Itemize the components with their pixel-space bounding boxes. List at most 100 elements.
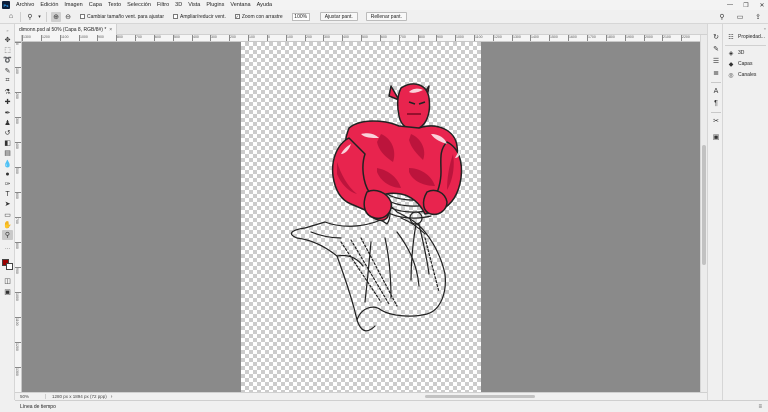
panel-grip-icon[interactable]: » bbox=[764, 26, 766, 31]
toolbar-grip-icon[interactable]: » bbox=[2, 25, 13, 35]
fill-screen-button[interactable]: Rellenar pant. bbox=[365, 12, 407, 21]
menu-imagen[interactable]: Imagen bbox=[61, 2, 85, 8]
hand-tool-icon[interactable]: ✋ bbox=[2, 220, 13, 230]
history-brush-tool-icon[interactable]: ↺ bbox=[2, 128, 13, 138]
zoom-in-icon[interactable]: ⊕ bbox=[51, 11, 61, 22]
gradient-tool-icon[interactable]: ▤ bbox=[2, 148, 13, 158]
document-tab-bar: dimonn.psd al 50% (Capa 8, RGB/8#) * × bbox=[15, 24, 707, 35]
marquee-tool-icon[interactable]: ⬚ bbox=[2, 45, 13, 55]
menu-3d[interactable]: 3D bbox=[172, 2, 185, 8]
menu-ayuda[interactable]: Ayuda bbox=[254, 2, 276, 8]
close-tab-icon[interactable]: × bbox=[109, 27, 112, 33]
pen-tool-icon[interactable]: ✑ bbox=[2, 179, 13, 189]
vertical-scrollbar-thumb[interactable] bbox=[702, 145, 706, 265]
document-canvas[interactable] bbox=[241, 42, 481, 392]
timeline-panel-tab[interactable]: Línea de tiempo ≡ bbox=[15, 400, 768, 412]
crop-tool-icon[interactable]: ⌗ bbox=[2, 76, 13, 86]
paragraph-panel-icon[interactable]: ¶ bbox=[711, 98, 721, 108]
dodge-tool-icon[interactable]: ● bbox=[2, 169, 13, 179]
quick-selection-tool-icon[interactable]: ✎ bbox=[2, 66, 13, 76]
horizontal-scrollbar[interactable] bbox=[125, 394, 705, 399]
lasso-tool-icon[interactable]: ➰ bbox=[2, 55, 13, 65]
channels-panel-tab[interactable]: ◎ Canales bbox=[727, 70, 756, 80]
menu-ventana[interactable]: Ventana bbox=[227, 2, 253, 8]
ruler-tick-label: 1200 bbox=[42, 35, 50, 39]
panel-menu-icon[interactable]: ≡ bbox=[758, 404, 762, 410]
ruler-tick-label: 700 bbox=[136, 35, 142, 39]
search-icon[interactable]: ⚲ bbox=[717, 12, 727, 22]
healing-brush-tool-icon[interactable]: ✚ bbox=[2, 97, 13, 107]
actions-panel-icon[interactable]: ≣ bbox=[711, 68, 721, 78]
ruler-tick-label: 1400 bbox=[531, 35, 539, 39]
canvas-pasteboard[interactable] bbox=[22, 42, 700, 392]
zoom-tool-preset-icon[interactable]: ⚲ bbox=[25, 12, 35, 22]
chevron-down-icon[interactable]: ▾ bbox=[37, 12, 42, 22]
menu-vista[interactable]: Vista bbox=[185, 2, 203, 8]
menu-edicion[interactable]: Edición bbox=[37, 2, 61, 8]
ruler-tick-label: 1300 bbox=[513, 35, 521, 39]
checkbox-checked[interactable]: ✓ bbox=[234, 14, 240, 19]
options-right-group: ⚲ ▭ ⇪ bbox=[716, 10, 764, 24]
ruler-tick-label: 1000 bbox=[456, 35, 464, 39]
zoom-tool-icon[interactable]: ⚲ bbox=[2, 230, 13, 240]
layers-panel-tab[interactable]: ◆ Capas bbox=[727, 59, 753, 69]
clone-stamp-tool-icon[interactable]: ♟ bbox=[2, 118, 13, 128]
checkbox-box[interactable] bbox=[80, 14, 85, 19]
share-icon[interactable]: ⇪ bbox=[753, 12, 763, 22]
menu-plugins[interactable]: Plugins bbox=[203, 2, 227, 8]
home-icon[interactable]: ⌂ bbox=[6, 12, 16, 22]
horizontal-scrollbar-thumb[interactable] bbox=[425, 395, 535, 398]
workspace-icon[interactable]: ▭ bbox=[735, 12, 745, 22]
quick-mask-icon[interactable]: ◫ bbox=[2, 276, 13, 286]
move-tool-icon[interactable]: ✥ bbox=[2, 35, 13, 45]
ruler-corner[interactable] bbox=[15, 35, 22, 42]
zoom-value-field[interactable]: 100% bbox=[291, 12, 310, 21]
scrubby-zoom-checkbox[interactable]: ✓ Zoom con arrastre bbox=[234, 14, 283, 20]
eyedropper-tool-icon[interactable]: ⚗ bbox=[2, 87, 13, 97]
brush-settings-panel-icon[interactable]: ✎ bbox=[711, 44, 721, 54]
horizontal-ruler[interactable]: 1300 1200 1100 1000 900 800 700 600 500 400 300 200… bbox=[22, 35, 700, 42]
zoom-all-windows-checkbox[interactable]: Ampliar/reducir vent. bbox=[172, 14, 226, 20]
rectangle-tool-icon[interactable]: ▭ bbox=[2, 210, 13, 220]
zoom-out-icon[interactable]: ⊖ bbox=[63, 12, 73, 22]
tools-panel-icon[interactable]: ✂ bbox=[711, 116, 721, 126]
ruler-tick bbox=[229, 35, 230, 41]
ruler-tick bbox=[662, 35, 663, 41]
properties-panel-tab[interactable]: ☷ Propiedad... bbox=[727, 32, 765, 42]
ruler-tick-label: 800 bbox=[15, 243, 19, 249]
document-tab[interactable]: dimonn.psd al 50% (Capa 8, RGB/8#) * × bbox=[15, 24, 118, 35]
adjustments-panel-icon[interactable]: ☰ bbox=[711, 56, 721, 66]
ruler-tick bbox=[116, 35, 117, 41]
vertical-ruler[interactable]: 0 100 200 300 400 500 600 700 800 900 1000 1100 1200… bbox=[15, 42, 22, 392]
panel-separator bbox=[711, 82, 721, 83]
minimize-button[interactable]: — bbox=[726, 1, 734, 9]
blur-tool-icon[interactable]: 💧 bbox=[2, 159, 13, 169]
menu-texto[interactable]: Texto bbox=[105, 2, 124, 8]
3d-panel-tab[interactable]: ◈ 3D bbox=[727, 48, 745, 58]
menu-filtro[interactable]: Filtro bbox=[154, 2, 172, 8]
info-panel-icon[interactable]: ▣ bbox=[711, 132, 721, 142]
timeline-label[interactable]: Línea de tiempo bbox=[15, 404, 56, 410]
more-tools-icon[interactable]: ··· bbox=[2, 244, 13, 254]
menu-seleccion[interactable]: Selección bbox=[124, 2, 154, 8]
background-color-swatch[interactable] bbox=[6, 263, 13, 270]
menu-archivo[interactable]: Archivo bbox=[13, 2, 37, 8]
fit-screen-button[interactable]: Ajustar pant. bbox=[319, 12, 358, 21]
path-selection-tool-icon[interactable]: ➤ bbox=[2, 199, 13, 209]
brush-tool-icon[interactable]: ✒ bbox=[2, 108, 13, 118]
history-panel-icon[interactable]: ↻ bbox=[711, 32, 721, 42]
eraser-tool-icon[interactable]: ◧ bbox=[2, 138, 13, 148]
checkbox-box[interactable] bbox=[172, 14, 178, 19]
resize-windows-checkbox[interactable]: Cambiar tamaño vent. para ajustar bbox=[80, 14, 164, 20]
restore-button[interactable]: ❐ bbox=[742, 1, 750, 9]
status-zoom-level[interactable]: 50% bbox=[15, 394, 45, 399]
vertical-scrollbar[interactable] bbox=[700, 35, 707, 392]
close-button[interactable]: ✕ bbox=[758, 1, 766, 9]
character-panel-icon[interactable]: A bbox=[711, 86, 721, 96]
ruler-tick bbox=[15, 217, 21, 218]
ruler-tick-label: 0 bbox=[15, 43, 19, 45]
screen-mode-icon[interactable]: ▣ bbox=[2, 287, 13, 297]
menu-capa[interactable]: Capa bbox=[86, 2, 105, 8]
type-tool-icon[interactable]: T bbox=[2, 189, 13, 199]
status-expand-icon[interactable]: › bbox=[111, 394, 113, 400]
